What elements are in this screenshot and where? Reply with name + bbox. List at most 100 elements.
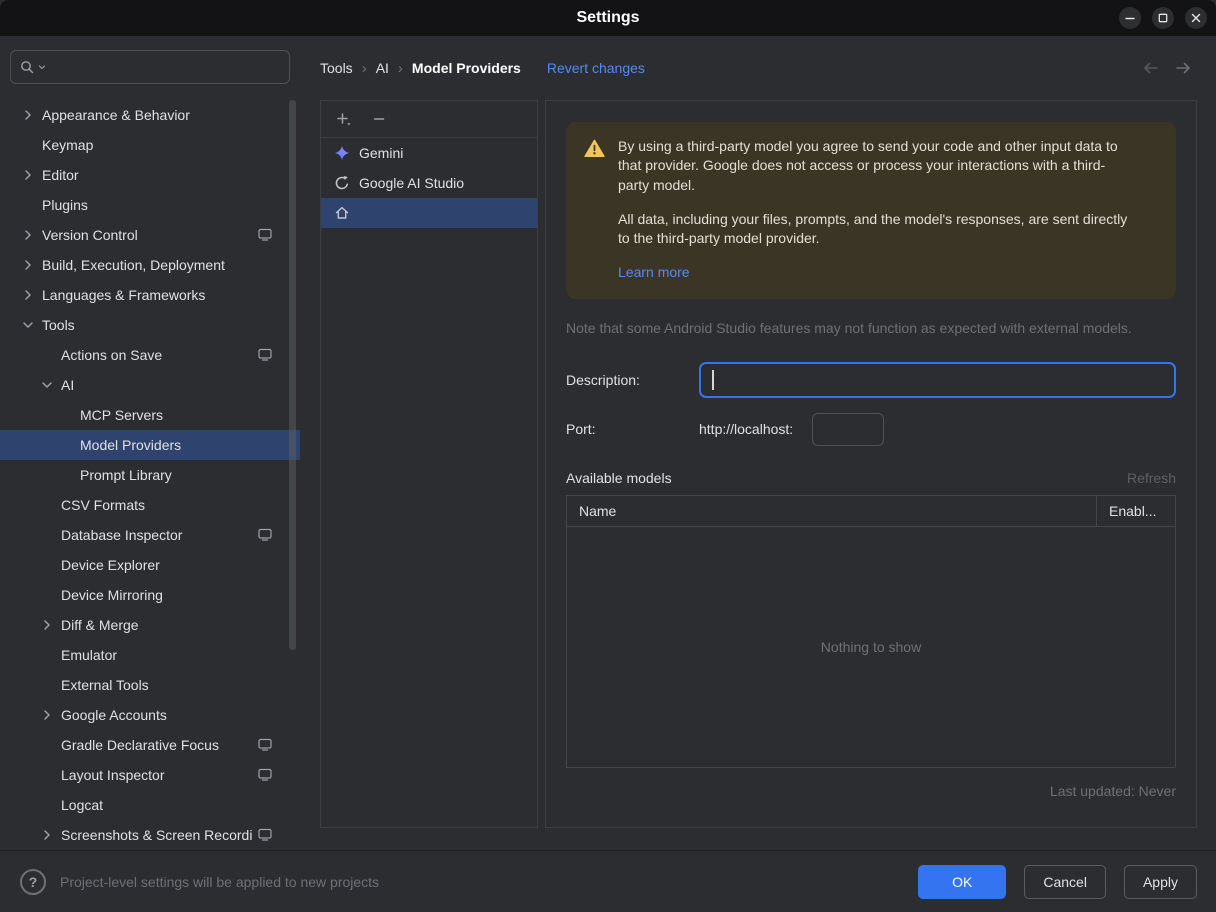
- sidebar-item-google-accounts[interactable]: Google Accounts: [0, 700, 300, 730]
- help-button[interactable]: ?: [20, 868, 46, 895]
- sidebar-scrollbar[interactable]: [289, 100, 296, 650]
- provider-item-google-ai-studio[interactable]: Google AI Studio: [321, 168, 537, 198]
- description-row: Description:: [566, 361, 1176, 398]
- sidebar-item-prompt-library[interactable]: Prompt Library: [0, 460, 300, 490]
- cancel-button[interactable]: Cancel: [1024, 864, 1106, 899]
- chevron-right-icon[interactable]: [20, 167, 42, 183]
- sidebar-item-diff-merge[interactable]: Diff & Merge: [0, 610, 300, 640]
- sidebar-item-database-inspector[interactable]: Database Inspector: [0, 520, 300, 550]
- sidebar-item-ai[interactable]: AI: [0, 370, 300, 400]
- footer-hint: Project-level settings will be applied t…: [60, 873, 380, 890]
- settings-sidebar: Appearance & Behavior Keymap Editor Plugins…: [0, 36, 300, 850]
- available-models-label: Available models: [566, 469, 672, 486]
- models-table: Name Enabl... Nothing to show: [566, 494, 1176, 768]
- sidebar-item-label: Keymap: [42, 137, 94, 153]
- sidebar-item-screenshots-screen-recordi[interactable]: Screenshots & Screen Recordi: [0, 820, 300, 850]
- sidebar-item-model-providers[interactable]: Model Providers: [0, 430, 300, 460]
- minimize-icon: [1125, 17, 1135, 20]
- chevron-down-icon[interactable]: [20, 317, 42, 333]
- ide-settings-icon: [258, 738, 272, 754]
- sidebar-item-label: CSV Formats: [61, 497, 146, 513]
- chevron-right-icon[interactable]: [20, 257, 42, 273]
- available-models-row: Available models Refresh: [566, 470, 1176, 486]
- chevron-right-icon[interactable]: [20, 287, 42, 303]
- ide-settings-icon: [258, 228, 272, 244]
- search-options-chevron-icon[interactable]: [37, 62, 47, 72]
- sidebar-item-editor[interactable]: Editor: [0, 160, 300, 190]
- sidebar-item-mcp-servers[interactable]: MCP Servers: [0, 400, 300, 430]
- chevron-right-icon[interactable]: [20, 107, 42, 123]
- sidebar-item-appearance-behavior[interactable]: Appearance & Behavior: [0, 100, 300, 130]
- window-title: Settings: [576, 9, 640, 26]
- column-header-enabled[interactable]: Enabl...: [1096, 495, 1175, 526]
- port-label: Port:: [566, 421, 596, 438]
- sidebar-item-label: Gradle Declarative Focus: [61, 737, 219, 753]
- maximize-button[interactable]: [1152, 7, 1174, 29]
- sidebar-item-build-execution-deployment[interactable]: Build, Execution, Deployment: [0, 250, 300, 280]
- sidebar-item-emulator[interactable]: Emulator: [0, 640, 300, 670]
- maximize-icon: [1158, 13, 1168, 23]
- settings-search-box[interactable]: [10, 50, 290, 84]
- column-header-name[interactable]: Name: [567, 496, 1096, 526]
- learn-more-link[interactable]: Learn more: [618, 263, 690, 282]
- chevron-right-icon[interactable]: [39, 827, 61, 843]
- port-prefix: http://localhost:: [699, 421, 794, 438]
- sidebar-item-languages-frameworks[interactable]: Languages & Frameworks: [0, 280, 300, 310]
- sidebar-item-logcat[interactable]: Logcat: [0, 790, 300, 820]
- window-controls: [1119, 7, 1207, 29]
- sidebar-item-version-control[interactable]: Version Control: [0, 220, 300, 250]
- third-party-warning-banner: By using a third-party model you agree t…: [566, 122, 1176, 299]
- sidebar-item-label: Screenshots & Screen Recordi: [61, 827, 253, 843]
- provider-item-home[interactable]: [321, 198, 537, 228]
- sidebar-item-label: Plugins: [42, 197, 88, 213]
- sidebar-item-label: Model Providers: [80, 437, 182, 453]
- add-provider-button[interactable]: [330, 107, 356, 131]
- sidebar-item-tools[interactable]: Tools: [0, 310, 300, 340]
- forward-button[interactable]: [1174, 60, 1193, 76]
- breadcrumb: Tools › AI › Model Providers Revert chan…: [320, 60, 645, 77]
- chevron-right-icon[interactable]: [39, 617, 61, 633]
- description-input[interactable]: [699, 361, 1176, 398]
- sidebar-item-device-explorer[interactable]: Device Explorer: [0, 550, 300, 580]
- sidebar-item-gradle-declarative-focus[interactable]: Gradle Declarative Focus: [0, 730, 300, 760]
- sidebar-item-label: MCP Servers: [80, 407, 163, 423]
- close-icon: [1191, 13, 1201, 23]
- revert-changes-link[interactable]: Revert changes: [547, 60, 645, 76]
- port-row: Port: http://localhost:: [566, 412, 1176, 446]
- sidebar-item-external-tools[interactable]: External Tools: [0, 670, 300, 700]
- sidebar-item-plugins[interactable]: Plugins: [0, 190, 300, 220]
- apply-button[interactable]: Apply: [1123, 864, 1197, 899]
- empty-table-message: Nothing to show: [820, 638, 922, 655]
- settings-content: Tools › AI › Model Providers Revert chan…: [300, 36, 1216, 850]
- breadcrumb-item-tools[interactable]: Tools: [320, 60, 353, 76]
- sidebar-item-device-mirroring[interactable]: Device Mirroring: [0, 580, 300, 610]
- dialog-footer: ? Project-level settings will be applied…: [0, 850, 1216, 912]
- warning-text: By using a third-party model you agree t…: [618, 137, 1130, 282]
- sidebar-item-layout-inspector[interactable]: Layout Inspector: [0, 760, 300, 790]
- chevron-right-icon[interactable]: [20, 227, 42, 243]
- remove-provider-button[interactable]: [366, 107, 392, 131]
- ok-button[interactable]: OK: [918, 864, 1007, 899]
- minimize-button[interactable]: [1119, 7, 1141, 29]
- sidebar-item-label: Version Control: [42, 227, 138, 243]
- last-updated-text: Last updated: Never: [1049, 782, 1176, 799]
- sidebar-item-keymap[interactable]: Keymap: [0, 130, 300, 160]
- chevron-right-icon[interactable]: [39, 707, 61, 723]
- back-button[interactable]: [1141, 60, 1160, 76]
- sidebar-item-csv-formats[interactable]: CSV Formats: [0, 490, 300, 520]
- sidebar-item-label: Device Explorer: [61, 557, 160, 573]
- sidebar-item-label: Database Inspector: [61, 527, 183, 543]
- sidebar-item-label: Diff & Merge: [61, 617, 139, 633]
- provider-list-panel: Gemini Google AI Studio: [320, 100, 538, 828]
- provider-item-gemini[interactable]: Gemini: [321, 138, 537, 168]
- close-button[interactable]: [1185, 7, 1207, 29]
- refresh-link[interactable]: Refresh: [1127, 470, 1176, 486]
- breadcrumb-separator-icon: ›: [397, 59, 403, 77]
- breadcrumb-item-ai[interactable]: AI: [376, 60, 389, 76]
- model-providers-page: Gemini Google AI Studio By using a third-…: [320, 100, 1197, 828]
- search-input[interactable]: [49, 59, 281, 75]
- chevron-down-icon[interactable]: [39, 377, 61, 393]
- port-input[interactable]: [812, 412, 885, 446]
- sidebar-item-label: Build, Execution, Deployment: [42, 257, 225, 273]
- sidebar-item-actions-on-save[interactable]: Actions on Save: [0, 340, 300, 370]
